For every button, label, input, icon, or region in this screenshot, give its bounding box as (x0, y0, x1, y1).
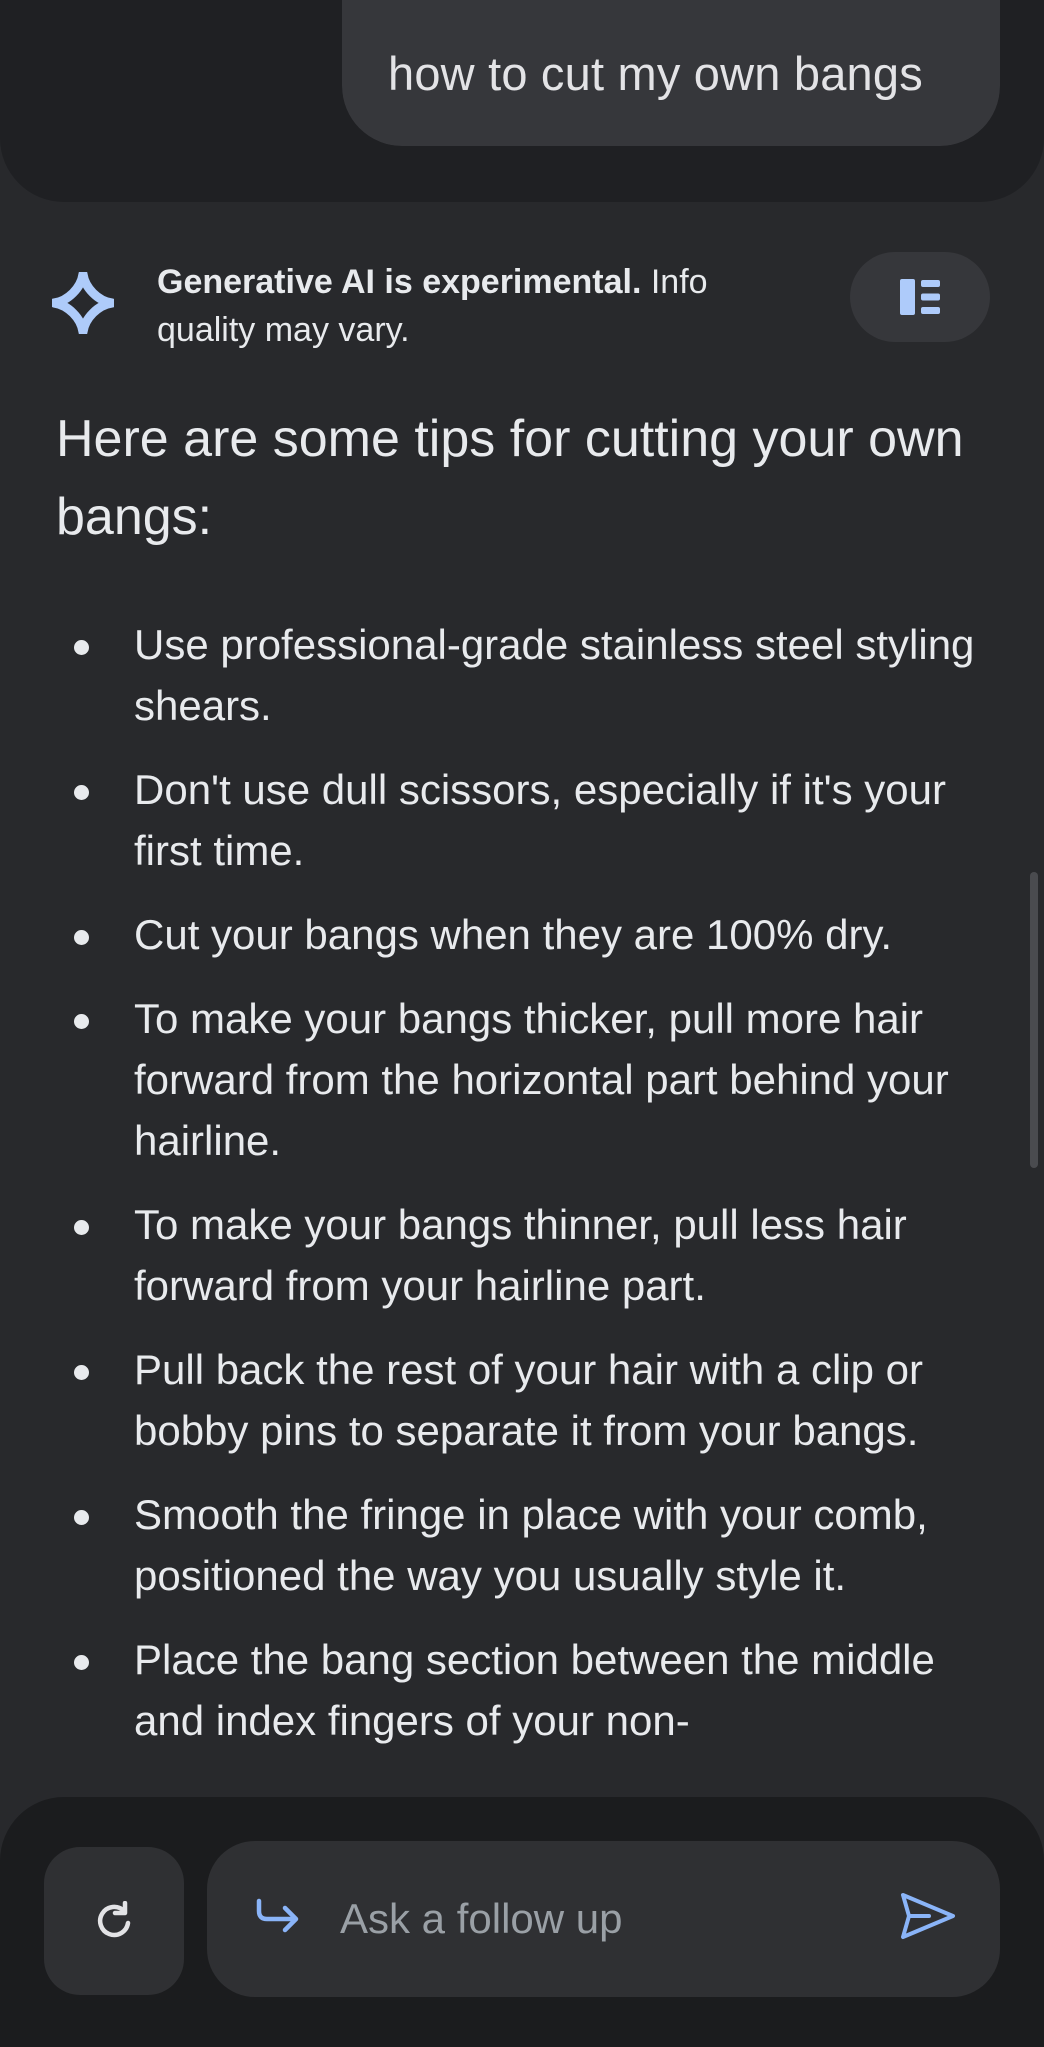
reply-arrow-icon (256, 1898, 299, 1933)
tips-list: Use professional-grade stainless steel s… (0, 614, 1044, 1774)
query-bubble[interactable]: how to cut my own bangs (342, 0, 1000, 146)
bullet-icon (74, 785, 89, 800)
query-panel: how to cut my own bangs (0, 0, 1044, 202)
tip-text: Don't use dull scissors, especially if i… (134, 766, 947, 874)
list-item: Smooth the fringe in place with your com… (0, 1484, 1044, 1606)
tip-text: Cut your bangs when they are 100% dry. (134, 911, 892, 958)
refresh-button[interactable] (44, 1847, 184, 1995)
tip-text: To make your bangs thicker, pull more ha… (134, 995, 949, 1164)
tip-text: Smooth the fringe in place with your com… (134, 1491, 928, 1599)
bullet-icon (74, 1014, 89, 1029)
bottom-bar: Ask a follow up (0, 1797, 1044, 2047)
tip-text: To make your bangs thinner, pull less ha… (134, 1201, 907, 1309)
followup-placeholder: Ask a follow up (340, 1895, 623, 1942)
tip-text: Use professional-grade stainless steel s… (134, 621, 975, 729)
disclaimer-row: Generative AI is experimental. Info qual… (0, 250, 1044, 360)
bullet-icon (74, 930, 89, 945)
bullet-icon (74, 1365, 89, 1380)
followup-input[interactable]: Ask a follow up (207, 1841, 1000, 1997)
tip-text: Pull back the rest of your hair with a c… (134, 1346, 924, 1454)
bullet-icon (74, 640, 89, 655)
list-item: Pull back the rest of your hair with a c… (0, 1339, 1044, 1461)
refresh-icon (97, 1901, 131, 1938)
disclaimer-bold: Generative AI is experimental. (157, 263, 642, 301)
layout-toggle-button[interactable] (850, 252, 990, 342)
list-item: Cut your bangs when they are 100% dry. (0, 904, 1044, 965)
list-item: Don't use dull scissors, especially if i… (0, 759, 1044, 881)
list-item: Use professional-grade stainless steel s… (0, 614, 1044, 736)
query-text: how to cut my own bangs (388, 46, 923, 100)
bullet-icon (74, 1655, 89, 1670)
bullet-icon (74, 1220, 89, 1235)
answer-heading: Here are some tips for cutting your own … (56, 410, 964, 546)
disclaimer-text: Generative AI is experimental. Info qual… (157, 258, 797, 354)
tip-text: Place the bang section between the middl… (134, 1636, 935, 1744)
bullet-icon (74, 1510, 89, 1525)
page: how to cut my own bangs Generative AI is… (0, 0, 1044, 2047)
view-layout-icon (900, 279, 940, 315)
scrollbar[interactable] (1030, 872, 1038, 1168)
list-item: To make your bangs thicker, pull more ha… (0, 988, 1044, 1171)
send-icon[interactable] (899, 1891, 957, 1941)
sparkle-icon (52, 272, 114, 334)
list-item: Place the bang section between the middl… (0, 1629, 1044, 1751)
list-item: To make your bangs thinner, pull less ha… (0, 1194, 1044, 1316)
